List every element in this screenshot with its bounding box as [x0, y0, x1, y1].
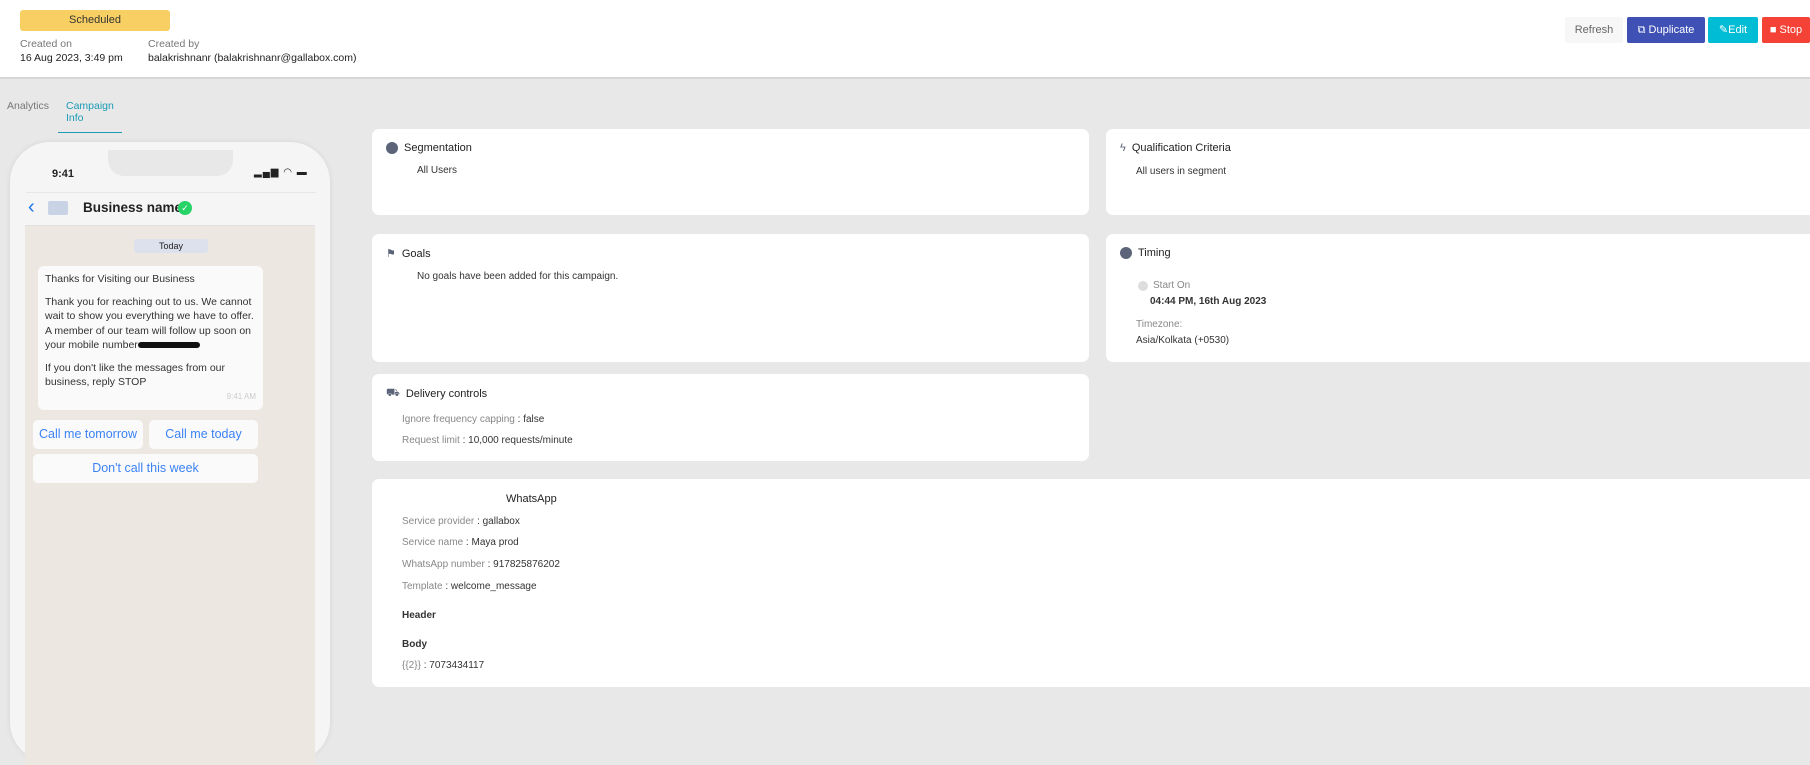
timezone-label: Timezone:: [1136, 319, 1183, 330]
quick-reply-button[interactable]: Call me tomorrow: [33, 420, 143, 449]
business-name: Business name: [83, 200, 183, 215]
whatsapp-title: WhatsApp: [506, 493, 557, 505]
card-title: Segmentation: [404, 142, 472, 154]
service-provider: Service provider : gallabox: [402, 516, 520, 527]
campaign-header: Scheduled Created on 16 Aug 2023, 3:49 p…: [0, 0, 1810, 79]
verified-icon: ✓: [178, 201, 192, 215]
timing-card: Timing Start On 04:44 PM, 16th Aug 2023 …: [1106, 234, 1810, 362]
qualification-value: All users in segment: [1136, 166, 1227, 177]
copy-icon: ⧉: [1637, 24, 1649, 36]
tab-campaign-info[interactable]: Campaign Info: [58, 100, 122, 133]
date-chip: Today: [134, 239, 208, 253]
stop-icon: ■: [1769, 24, 1780, 36]
redaction-mark: [137, 342, 200, 349]
message-title: Thanks for Visiting our Business: [45, 273, 195, 285]
user-circle-icon: [386, 142, 398, 154]
tab-analytics[interactable]: Analytics: [7, 100, 49, 112]
card-title: Delivery controls: [405, 388, 488, 400]
message-time: 9:41 AM: [226, 391, 256, 401]
body-label: Body: [402, 639, 427, 650]
start-value: 04:44 PM, 16th Aug 2023: [1150, 296, 1267, 307]
card-title: Qualification Criteria: [1131, 142, 1231, 154]
back-icon[interactable]: ‹: [28, 196, 35, 219]
frequency-capping: Ignore frequency capping : false: [402, 414, 545, 425]
clock-icon: [1120, 247, 1132, 259]
delivery-truck-icon: ⛟: [386, 387, 400, 399]
created-on-label: Created on: [20, 38, 72, 50]
body-variable: {{2}} : 7073434117: [402, 660, 485, 671]
message-body: Thank you for reaching out to us. We can…: [45, 295, 254, 352]
created-by-value: balakrishnanr (balakrishnanr@gallabox.co…: [148, 52, 357, 64]
whatsapp-card: WhatsApp Service provider : gallabox Ser…: [372, 479, 1810, 687]
chat-area: Today Thanks for Visiting our Business T…: [25, 225, 315, 765]
duplicate-button[interactable]: ⧉ Duplicate: [1627, 17, 1705, 43]
created-on-value: 16 Aug 2023, 3:49 pm: [20, 52, 123, 64]
phone-preview: 9:41 ▂▄▆ ◠ ▬ ‹ Business name ✓ Today Tha…: [10, 142, 330, 765]
phone-time: 9:41: [52, 168, 75, 180]
pencil-icon: ✎: [1718, 24, 1729, 36]
edit-button[interactable]: ✎Edit: [1708, 17, 1758, 43]
start-label: Start On: [1153, 280, 1191, 291]
quick-reply-button[interactable]: Don't call this week: [33, 454, 258, 483]
message-footer: If you don't like the messages from our …: [45, 361, 226, 389]
status-icons: ▂▄▆ ◠ ▬: [254, 167, 308, 178]
stop-button[interactable]: ■ Stop: [1762, 17, 1810, 43]
card-title: Goals: [401, 247, 431, 260]
timezone-value: Asia/Kolkata (+0530): [1136, 335, 1230, 346]
business-avatar: [48, 201, 68, 215]
segmentation-card: Segmentation All Users: [372, 129, 1089, 215]
whatsapp-number: WhatsApp number : 917825876202: [402, 559, 560, 570]
created-by-label: Created by: [148, 38, 200, 50]
timeline-dot: [1138, 281, 1148, 291]
request-limit: Request limit : 10,000 requests/minute: [402, 435, 573, 446]
stop-label: Stop: [1779, 24, 1803, 36]
service-name: Service name : Maya prod: [402, 537, 519, 548]
edit-label: Edit: [1728, 24, 1748, 36]
phone-notch: [108, 150, 233, 176]
duplicate-label: Duplicate: [1648, 24, 1695, 36]
goals-card: ⚑ Goals No goals have been added for this…: [372, 234, 1089, 362]
message-bubble: Thanks for Visiting our Business Thank y…: [38, 266, 263, 410]
qualification-card: ϟ Qualification Criteria All users in seg…: [1106, 129, 1810, 215]
flag-icon: ⚑: [386, 248, 396, 260]
refresh-button[interactable]: Refresh: [1565, 17, 1623, 43]
status-badge: Scheduled: [20, 10, 170, 31]
card-title: Timing: [1138, 247, 1171, 259]
goals-value: No goals have been added for this campai…: [417, 271, 619, 282]
delivery-controls-card: ⛟ Delivery controls Ignore frequency capp…: [372, 374, 1089, 461]
quick-reply-button[interactable]: Call me today: [149, 420, 258, 449]
header-label: Header: [402, 610, 436, 621]
segmentation-value: All Users: [417, 165, 458, 176]
template: Template : welcome_message: [402, 581, 537, 592]
lightning-icon: ϟ: [1120, 142, 1126, 154]
